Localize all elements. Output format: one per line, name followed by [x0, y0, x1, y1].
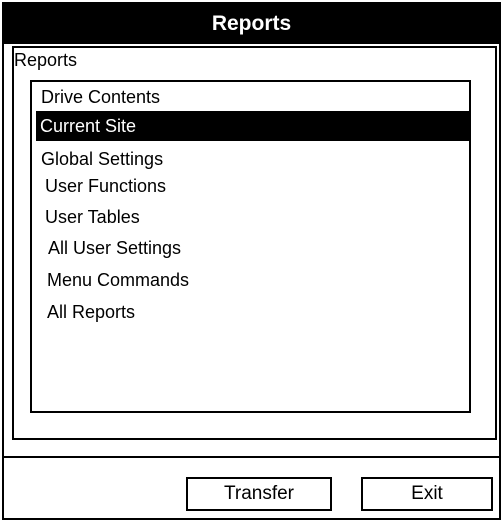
list-item-user-functions[interactable]: User Functions [45, 171, 166, 201]
window-title: Reports [4, 4, 499, 44]
exit-button[interactable]: Exit [361, 477, 493, 511]
transfer-button[interactable]: Transfer [186, 477, 332, 511]
list-item-drive-contents[interactable]: Drive Contents [41, 82, 160, 112]
list-item-all-user-settings[interactable]: All User Settings [48, 233, 181, 263]
list-item-global-settings[interactable]: Global Settings [41, 144, 163, 174]
separator-line [4, 456, 499, 458]
list-item-current-site[interactable]: Current Site [36, 111, 470, 141]
panel-label: Reports [14, 50, 78, 70]
list-item-all-reports[interactable]: All Reports [47, 297, 135, 327]
list-item-user-tables[interactable]: User Tables [45, 202, 140, 232]
list-item-menu-commands[interactable]: Menu Commands [47, 265, 189, 295]
